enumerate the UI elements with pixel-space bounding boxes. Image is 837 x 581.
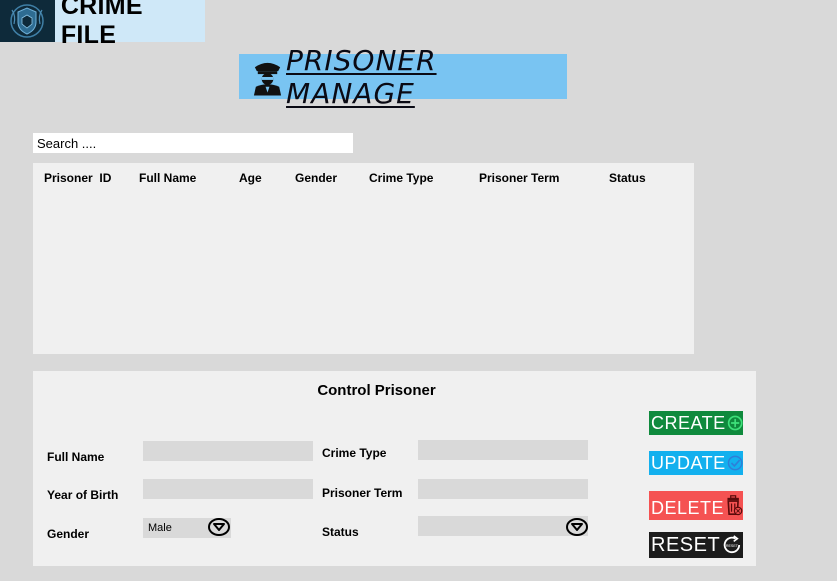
- column-header-gender[interactable]: Gender: [295, 171, 337, 185]
- crime-type-field[interactable]: [418, 440, 588, 460]
- delete-button-label: DELETE: [651, 498, 725, 518]
- update-button-label: UPDATE: [651, 452, 726, 473]
- plus-circle-icon: [727, 415, 743, 431]
- page-banner: PRISONER MANAGE: [239, 44, 567, 110]
- status-label: Status: [322, 525, 359, 539]
- column-header-age[interactable]: Age: [239, 171, 262, 185]
- reset-button[interactable]: RESET RESET: [649, 532, 743, 558]
- column-header-full-name[interactable]: Full Name: [139, 171, 196, 185]
- gender-select-value: Male: [148, 522, 172, 534]
- gender-label: Gender: [47, 527, 90, 541]
- prisoner-term-field[interactable]: [418, 479, 588, 499]
- app-title: CRIME FILE: [60, 0, 143, 49]
- reset-button-label: RESET: [651, 533, 721, 556]
- check-circle-icon: [727, 455, 743, 471]
- app-header: CRIME FILE: [0, 0, 205, 49]
- update-button[interactable]: UPDATE: [649, 451, 743, 475]
- chevron-down-icon[interactable]: [566, 518, 588, 536]
- control-title: Control Prisoner: [317, 382, 436, 399]
- reset-icon-text: RESET: [726, 544, 739, 548]
- search-input[interactable]: [33, 133, 353, 153]
- police-officer-icon: [253, 62, 282, 95]
- column-header-crime-type[interactable]: Crime Type: [369, 171, 433, 185]
- status-select[interactable]: [418, 516, 588, 536]
- prisoner-term-label: Prisoner Term: [322, 486, 403, 500]
- crime-type-label: Crime Type: [322, 446, 387, 460]
- column-header-prisoner-term[interactable]: Prisoner Term: [479, 171, 559, 185]
- delete-button[interactable]: DELETE: [649, 491, 743, 520]
- year-of-birth-label: Year of Birth: [47, 488, 119, 502]
- trash-icon: [727, 494, 743, 515]
- full-name-field[interactable]: [143, 441, 313, 461]
- full-name-label: Full Name: [47, 450, 105, 464]
- banner-title: PRISONER MANAGE: [286, 43, 437, 110]
- column-header-status[interactable]: Status: [609, 171, 646, 185]
- reset-icon: RESET: [723, 535, 741, 554]
- prisoner-table: Prisoner ID Full Name Age Gender Crime T…: [33, 163, 694, 354]
- year-of-birth-field[interactable]: [143, 479, 313, 499]
- create-button-label: CREATE: [651, 412, 726, 433]
- chevron-down-icon[interactable]: [208, 518, 230, 536]
- create-button[interactable]: CREATE: [649, 411, 743, 435]
- column-header-prisoner-id[interactable]: Prisoner ID: [44, 171, 111, 185]
- control-panel: Control Prisoner Full Name Year of Birth…: [33, 371, 756, 566]
- crime-file-crest-icon: [0, 0, 55, 42]
